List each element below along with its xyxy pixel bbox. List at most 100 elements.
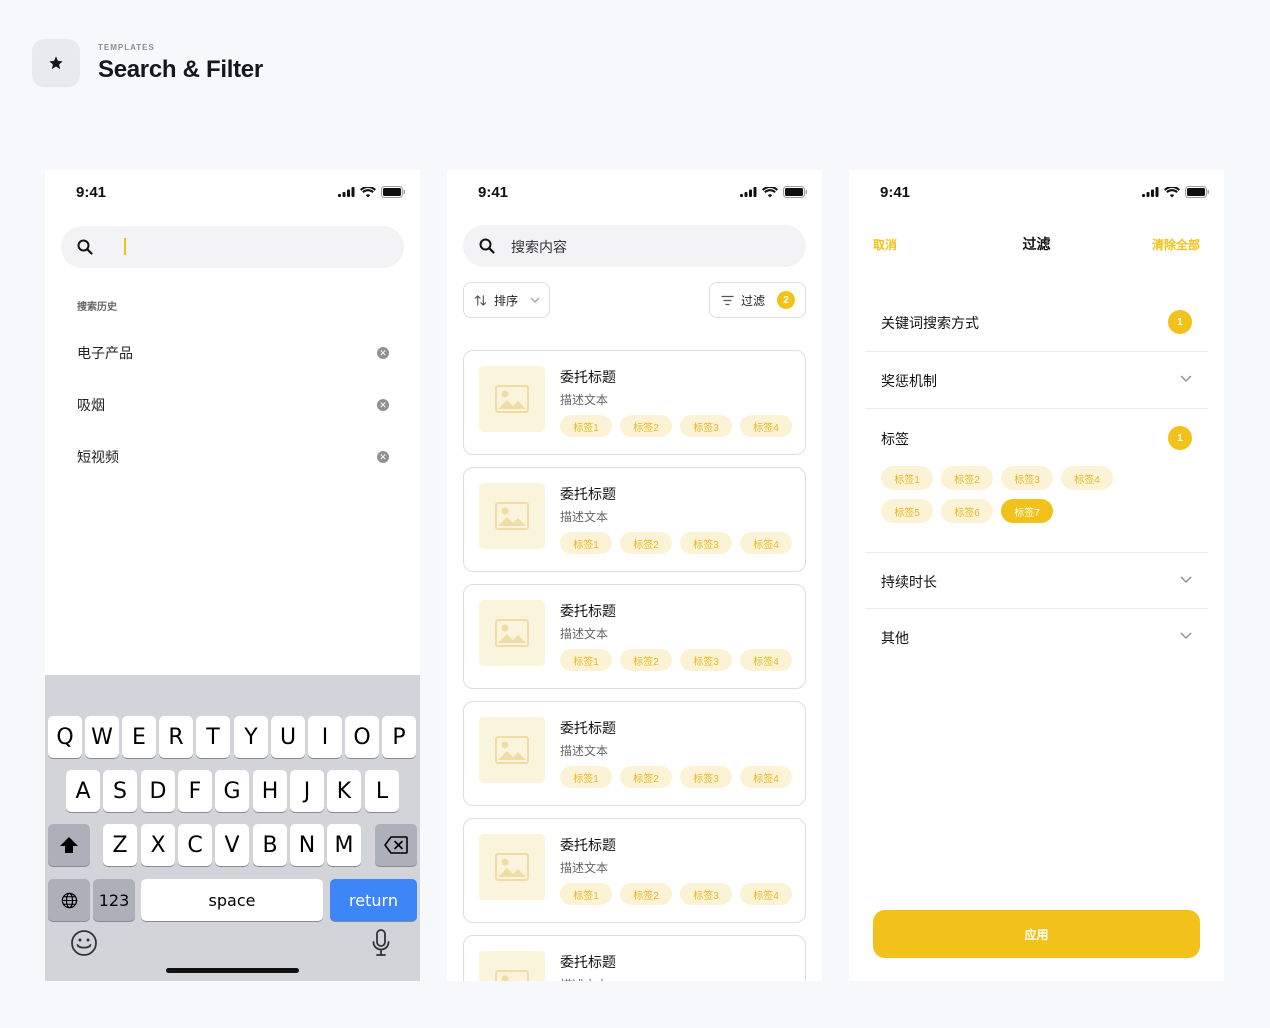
result-card[interactable]: 委托标题描述文本标签1标签2标签3标签4 xyxy=(463,701,806,806)
result-card[interactable]: 委托标题描述文本标签1标签2标签3标签4 xyxy=(463,467,806,572)
filter-nav-bar: 过滤 取消 清除全部 xyxy=(849,230,1224,256)
apply-button[interactable]: 应用 xyxy=(873,910,1200,958)
search-input[interactable]: 搜索内容 xyxy=(463,225,806,267)
sort-label: 排序 xyxy=(494,293,519,308)
globe-icon xyxy=(61,892,77,908)
key-l[interactable]: L xyxy=(365,770,399,812)
key-r[interactable]: R xyxy=(159,716,193,758)
card-tag: 标签1 xyxy=(560,766,612,788)
key-w[interactable]: W xyxy=(85,716,119,758)
key-s[interactable]: S xyxy=(103,770,137,812)
key-n[interactable]: N xyxy=(290,824,324,866)
key-j[interactable]: J xyxy=(290,770,324,812)
key-i[interactable]: I xyxy=(308,716,342,758)
chevron-down-icon xyxy=(530,297,540,303)
status-icons xyxy=(1142,186,1210,198)
card-tag: 标签2 xyxy=(620,649,672,671)
text-cursor xyxy=(124,238,126,255)
key-v[interactable]: V xyxy=(215,824,249,866)
filter-label: 过滤 xyxy=(741,293,766,308)
image-placeholder-icon xyxy=(479,717,545,783)
delete-key[interactable] xyxy=(375,824,417,866)
search-input[interactable] xyxy=(61,226,404,268)
key-h[interactable]: H xyxy=(253,770,287,812)
shift-key[interactable] xyxy=(48,824,90,866)
filter-count-badge: 2 xyxy=(777,291,796,309)
card-tags: 标签1 标签2 标签3 标签4 xyxy=(560,883,792,905)
key-z[interactable]: Z xyxy=(103,824,137,866)
status-bar: 9:41 xyxy=(45,170,420,214)
key-f[interactable]: F xyxy=(178,770,212,812)
key-t[interactable]: T xyxy=(196,716,230,758)
filter-section-keyword[interactable]: 关键词搜索方式 1 xyxy=(865,294,1208,352)
history-item-label: 短视频 xyxy=(77,449,119,465)
emoji-icon[interactable] xyxy=(70,929,98,957)
tag-option[interactable]: 标签4 xyxy=(1061,466,1113,490)
sort-dropdown[interactable]: 排序 xyxy=(463,282,550,318)
image-placeholder-icon xyxy=(479,366,545,432)
key-u[interactable]: U xyxy=(271,716,305,758)
filter-section-reward[interactable]: 奖惩机制 xyxy=(865,352,1208,409)
key-a[interactable]: A xyxy=(66,770,100,812)
result-card[interactable]: 委托标题描述文本标签1标签2标签3标签4 xyxy=(463,350,806,455)
wifi-icon xyxy=(1164,186,1180,197)
history-item[interactable]: 电子产品 ✕ xyxy=(77,343,389,363)
tag-option[interactable]: 标签1 xyxy=(881,466,933,490)
card-title: 委托标题 xyxy=(560,486,616,502)
result-card[interactable]: 委托标题描述文本标签1标签2标签3标签4 xyxy=(463,584,806,689)
section-label: 标签 xyxy=(881,431,909,447)
key-c[interactable]: C xyxy=(178,824,212,866)
card-tags: 标签1 标签2 标签3 标签4 xyxy=(560,766,792,788)
section-label: 其他 xyxy=(881,630,909,646)
key-p[interactable]: P xyxy=(382,716,416,758)
remove-history-icon[interactable]: ✕ xyxy=(377,451,389,463)
key-q[interactable]: Q xyxy=(48,716,82,758)
card-description: 描述文本 xyxy=(560,976,608,981)
key-e[interactable]: E xyxy=(122,716,156,758)
templates-star-icon xyxy=(32,39,80,87)
space-key[interactable]: space xyxy=(141,879,323,921)
filter-section-other[interactable]: 其他 xyxy=(865,609,1208,665)
card-tag: 标签1 xyxy=(560,883,612,905)
chevron-down-icon xyxy=(1180,375,1192,382)
key-y[interactable]: Y xyxy=(234,716,268,758)
filter-button[interactable]: 过滤 2 xyxy=(709,282,806,318)
numbers-key[interactable]: 123 xyxy=(93,879,135,921)
signal-icon xyxy=(1142,187,1159,197)
card-tags: 标签1 标签2 标签3 标签4 xyxy=(560,532,792,554)
remove-history-icon[interactable]: ✕ xyxy=(377,399,389,411)
tag-option[interactable]: 标签2 xyxy=(941,466,993,490)
filter-section-duration[interactable]: 持续时长 xyxy=(865,553,1208,609)
return-key[interactable]: return xyxy=(330,879,417,921)
search-icon xyxy=(77,239,93,255)
history-item[interactable]: 短视频 ✕ xyxy=(77,447,389,467)
page-title: Search & Filter xyxy=(98,56,263,83)
tag-option[interactable]: 标签3 xyxy=(1001,466,1053,490)
key-b[interactable]: B xyxy=(253,824,287,866)
tag-option-selected[interactable]: 标签7 xyxy=(1001,499,1053,523)
key-o[interactable]: O xyxy=(345,716,379,758)
status-bar: 9:41 xyxy=(849,170,1224,214)
key-x[interactable]: X xyxy=(141,824,175,866)
key-g[interactable]: G xyxy=(215,770,249,812)
globe-key[interactable] xyxy=(48,879,90,921)
card-tag: 标签2 xyxy=(620,766,672,788)
key-k[interactable]: K xyxy=(327,770,361,812)
card-tag: 标签3 xyxy=(680,883,732,905)
card-tag: 标签4 xyxy=(740,532,792,554)
history-item[interactable]: 吸烟 ✕ xyxy=(77,395,389,415)
card-description: 描述文本 xyxy=(560,861,609,875)
tag-option[interactable]: 标签6 xyxy=(941,499,993,523)
key-d[interactable]: D xyxy=(141,770,175,812)
tag-option[interactable]: 标签5 xyxy=(881,499,933,523)
clear-all-button[interactable]: 清除全部 xyxy=(1152,236,1200,253)
microphone-icon[interactable] xyxy=(372,929,390,957)
result-card[interactable]: 委托标题描述文本标签1标签2标签3标签4 xyxy=(463,818,806,923)
result-card[interactable]: 委托标题描述文本标签1标签2标签3标签4 xyxy=(463,935,806,981)
cancel-button[interactable]: 取消 xyxy=(873,236,897,253)
remove-history-icon[interactable]: ✕ xyxy=(377,347,389,359)
card-title: 委托标题 xyxy=(560,954,616,970)
key-m[interactable]: M xyxy=(327,824,361,866)
battery-icon xyxy=(783,186,807,198)
card-tag: 标签4 xyxy=(740,766,792,788)
